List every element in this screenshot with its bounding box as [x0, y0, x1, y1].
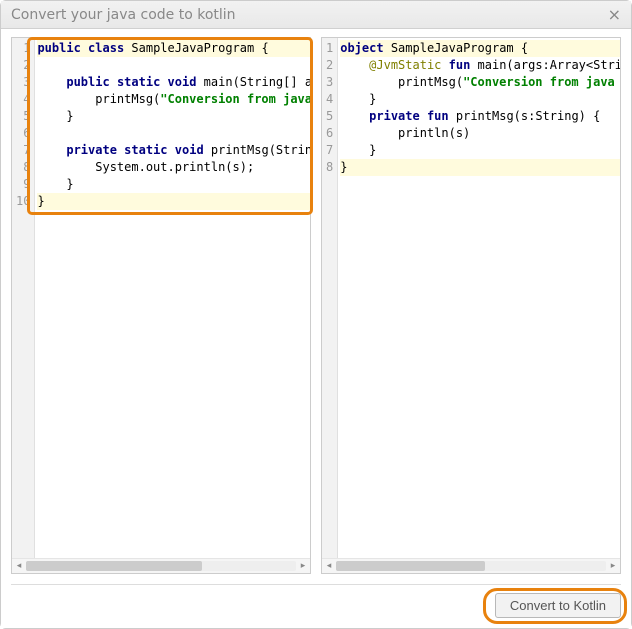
line-number: 4 — [16, 91, 30, 108]
kotlin-scroll-thumb[interactable] — [336, 561, 485, 571]
code-line[interactable]: println(s) — [340, 125, 620, 142]
code-line[interactable]: public static void main(String[] args){ — [37, 74, 310, 91]
code-line[interactable]: printMsg("Conversion from java file to k… — [340, 74, 620, 91]
kotlin-pane-wrap: 12345678 object SampleJavaProgram { @Jvm… — [321, 37, 621, 574]
code-line[interactable]: @JvmStatic fun main(args:Array<String>) … — [340, 57, 620, 74]
java-code-area[interactable]: 12345678910 public class SampleJavaProgr… — [12, 38, 310, 558]
window-titlebar: Convert your java code to kotlin × — [1, 1, 631, 29]
code-line[interactable]: printMsg("Conversion from java file to k… — [37, 91, 310, 108]
code-line[interactable] — [37, 57, 310, 74]
line-number: 5 — [16, 108, 30, 125]
scroll-right-icon[interactable]: ▸ — [606, 559, 620, 573]
convert-to-kotlin-button[interactable]: Convert to Kotlin — [495, 593, 621, 618]
kotlin-gutter: 12345678 — [322, 38, 338, 558]
java-gutter: 12345678910 — [12, 38, 35, 558]
code-line[interactable]: } — [340, 91, 620, 108]
line-number: 6 — [16, 125, 30, 142]
editor-panes: 12345678910 public class SampleJavaProgr… — [11, 37, 621, 574]
code-line[interactable] — [37, 125, 310, 142]
line-number: 1 — [16, 40, 30, 57]
kotlin-editor[interactable]: 12345678 object SampleJavaProgram { @Jvm… — [321, 37, 621, 574]
code-line[interactable]: System.out.println(s); — [37, 159, 310, 176]
code-line[interactable]: } — [37, 108, 310, 125]
code-line[interactable]: } — [340, 142, 620, 159]
kotlin-code[interactable]: object SampleJavaProgram { @JvmStatic fu… — [338, 38, 620, 558]
line-number: 7 — [16, 142, 30, 159]
line-number: 3 — [16, 74, 30, 91]
line-number: 5 — [326, 108, 333, 125]
code-line[interactable]: } — [340, 159, 620, 176]
line-number: 9 — [16, 176, 30, 193]
close-icon[interactable]: × — [608, 5, 621, 24]
scroll-right-icon[interactable]: ▸ — [296, 559, 310, 573]
code-line[interactable]: } — [37, 176, 310, 193]
line-number: 2 — [16, 57, 30, 74]
code-line[interactable]: object SampleJavaProgram { — [340, 40, 620, 57]
kotlin-scroll-track[interactable] — [336, 561, 606, 571]
line-number: 1 — [326, 40, 333, 57]
java-hscroll[interactable]: ◂ ▸ — [12, 558, 310, 573]
scroll-left-icon[interactable]: ◂ — [322, 559, 336, 573]
code-line[interactable]: public class SampleJavaProgram { — [37, 40, 310, 57]
scroll-left-icon[interactable]: ◂ — [12, 559, 26, 573]
java-pane-wrap: 12345678910 public class SampleJavaProgr… — [11, 37, 311, 574]
footer: Convert to Kotlin — [11, 584, 621, 618]
dialog-body: 12345678910 public class SampleJavaProgr… — [1, 29, 631, 628]
code-line[interactable]: private fun printMsg(s:String) { — [340, 108, 620, 125]
java-scroll-track[interactable] — [26, 561, 296, 571]
line-number: 3 — [326, 74, 333, 91]
line-number: 8 — [16, 159, 30, 176]
java-code[interactable]: public class SampleJavaProgram { public … — [35, 38, 310, 558]
kotlin-code-area[interactable]: 12345678 object SampleJavaProgram { @Jvm… — [322, 38, 620, 558]
java-editor[interactable]: 12345678910 public class SampleJavaProgr… — [11, 37, 311, 574]
line-number: 4 — [326, 91, 333, 108]
line-number: 8 — [326, 159, 333, 176]
line-number: 7 — [326, 142, 333, 159]
window-title: Convert your java code to kotlin — [11, 7, 236, 23]
code-line[interactable]: } — [37, 193, 310, 210]
kotlin-hscroll[interactable]: ◂ ▸ — [322, 558, 620, 573]
java-scroll-thumb[interactable] — [26, 561, 202, 571]
line-number: 10 — [16, 193, 30, 210]
line-number: 2 — [326, 57, 333, 74]
line-number: 6 — [326, 125, 333, 142]
code-line[interactable]: private static void printMsg(String s) { — [37, 142, 310, 159]
